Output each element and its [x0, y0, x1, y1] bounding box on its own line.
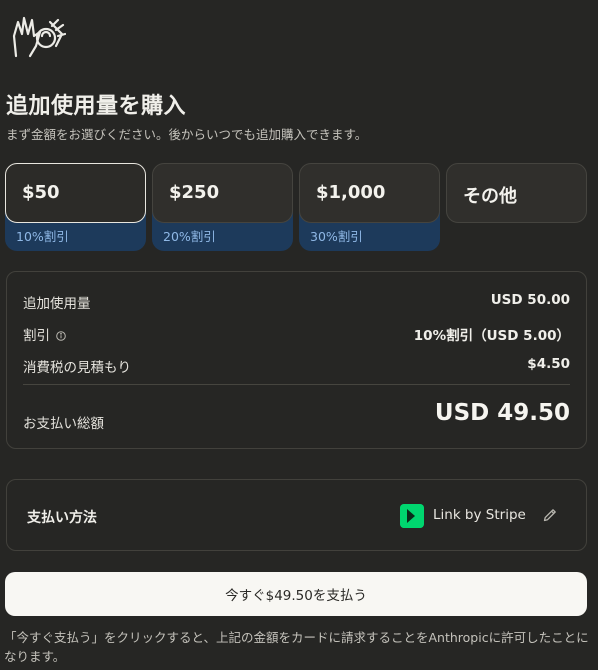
tier-amount: その他	[463, 186, 517, 207]
payment-disclaimer: 「今すぐ支払う」をクリックすると、上記の金額をカードに請求することをAnthro…	[4, 630, 589, 664]
discount-value: 10%割引（USD 5.00）	[413, 328, 570, 344]
discount-label: 割引	[23, 328, 50, 344]
total-label: お支払い総額	[23, 416, 104, 432]
tier-amount: $250	[169, 182, 220, 203]
tier-amount: $50	[22, 182, 60, 203]
purchase-usage-page: 追加使用量を購入 まず金額をお選びください。後からいつでも追加購入できます。 1…	[0, 0, 598, 670]
info-icon[interactable]	[56, 331, 66, 341]
order-summary: 追加使用量 USD 50.00 割引 10%割引（USD 5.00） 消費税の見…	[6, 271, 587, 449]
pencil-icon[interactable]	[542, 507, 558, 523]
usage-value: USD 50.00	[490, 292, 570, 308]
tier-button-other[interactable]: その他	[446, 163, 587, 223]
tier-button-50[interactable]: $50	[5, 163, 146, 223]
tier-discount-label: 30%割引	[310, 229, 363, 244]
tier-amount: $1,000	[316, 182, 386, 203]
tier-button-1000[interactable]: $1,000	[299, 163, 440, 223]
tier-option-50[interactable]: 10%割引 $50	[5, 163, 146, 251]
amount-options: 10%割引 $50 20%割引 $250 30%割引 $1,000 その他	[5, 163, 587, 251]
payment-method-name: Link by Stripe	[433, 507, 526, 523]
total-value: USD 49.50	[434, 400, 570, 426]
tier-option-250[interactable]: 20%割引 $250	[152, 163, 293, 251]
link-icon	[400, 504, 424, 528]
tier-button-250[interactable]: $250	[152, 163, 293, 223]
tax-label: 消費税の見積もり	[23, 360, 131, 376]
tier-discount-label: 10%割引	[16, 229, 69, 244]
page-title: 追加使用量を購入	[6, 94, 187, 119]
tier-option-other[interactable]: その他	[446, 163, 587, 251]
pay-now-button[interactable]: 今すぐ$49.50を支払う	[5, 572, 587, 616]
payment-method-label: 支払い方法	[27, 510, 97, 526]
tax-value: $4.50	[527, 356, 570, 372]
page-subtitle: まず金額をお選びください。後からいつでも追加購入できます。	[6, 127, 368, 142]
tier-discount-label: 20%割引	[163, 229, 216, 244]
tier-option-1000[interactable]: 30%割引 $1,000	[299, 163, 440, 251]
hands-logo-icon	[12, 16, 66, 58]
usage-label: 追加使用量	[23, 296, 91, 312]
summary-divider	[23, 384, 570, 385]
payment-method-section: 支払い方法 Link by Stripe	[6, 479, 587, 551]
discount-label-wrap: 割引	[23, 324, 66, 344]
